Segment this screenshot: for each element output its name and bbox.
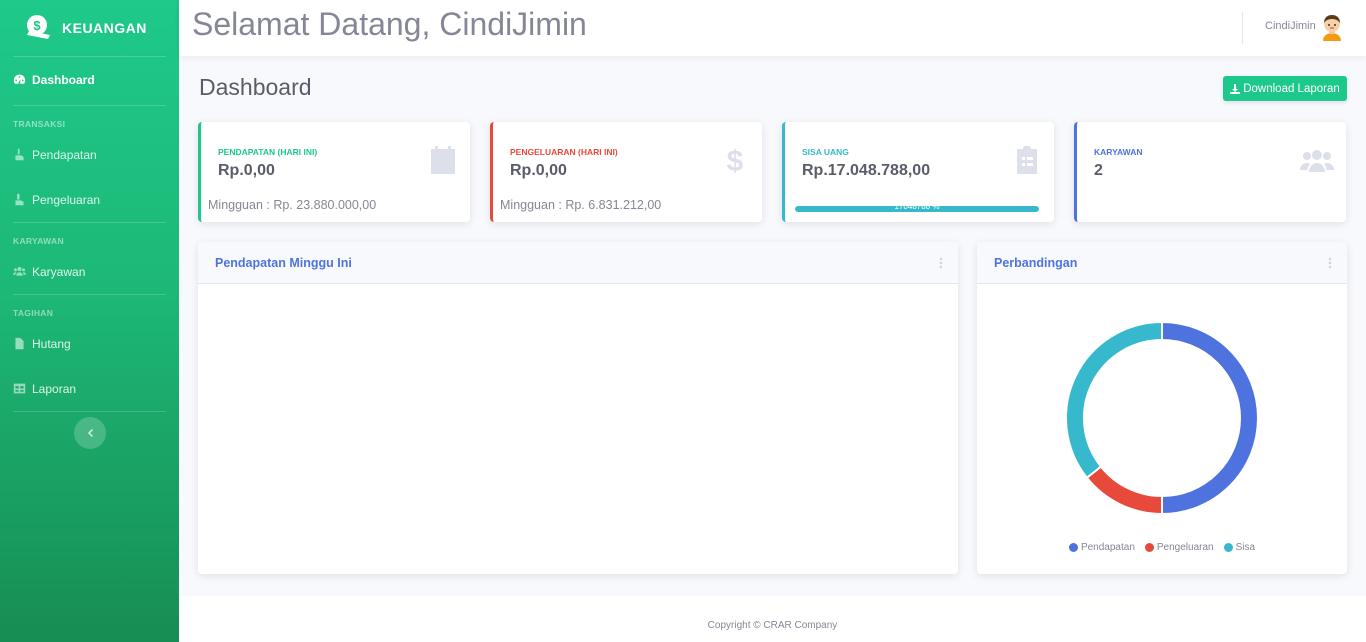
card-value: Rp.0,00 (510, 162, 567, 179)
sidebar-heading-tagihan: TAGIHAN (13, 308, 54, 318)
sidebar-item-laporan[interactable]: Laporan (0, 366, 179, 411)
card-value: Rp.0,00 (218, 162, 275, 179)
sidebar-item-karyawan[interactable]: Karyawan (0, 249, 179, 294)
more-vertical-icon[interactable] (1327, 255, 1333, 271)
sidebar-heading-karyawan: KARYAWAN (13, 236, 64, 246)
topbar-divider (1242, 12, 1243, 44)
sidebar-item-label: Pendapatan (32, 147, 97, 162)
avatar[interactable] (1320, 13, 1344, 41)
legend-item-pengeluaran[interactable]: Pengeluaran (1144, 542, 1214, 553)
topbar: Selamat Datang, CindiJimin CindiJimin (179, 0, 1366, 56)
card-pengeluaran: PENGELUARAN (HARI INI) Rp.0,00 Mingguan … (490, 122, 762, 222)
footer: Copyright © CRAR Company (179, 596, 1366, 642)
card-weekly: Mingguan : Rp. 23.880.000,00 (208, 198, 377, 212)
users-icon (1300, 146, 1334, 174)
table-icon (13, 383, 26, 394)
sidebar-item-pendapatan[interactable]: Pendapatan (0, 132, 179, 177)
sidebar: $ KEUANGAN Dashboard TRANSAKSI Pendapata… (0, 0, 179, 642)
hand-holding-icon (15, 148, 24, 161)
sidebar-heading-transaksi: TRANSAKSI (13, 119, 66, 129)
card-label: SISA UANG (802, 147, 849, 157)
legend-label: Pengeluaran (1156, 542, 1214, 553)
donut-chart (1065, 320, 1259, 516)
chevron-left-icon (88, 429, 93, 437)
clipboard-list-icon (1014, 145, 1040, 174)
donut-slice-sisa[interactable] (1065, 320, 1163, 480)
panel-header: Perbandingan (977, 242, 1347, 284)
sidebar-item-label: Karyawan (32, 264, 86, 279)
file-icon (15, 337, 24, 350)
chart-legend: Pendapatan Pengeluaran Sisa (977, 542, 1347, 553)
legend-color-dot (1223, 543, 1233, 552)
card-label: KARYAWAN (1094, 147, 1143, 157)
progress-text: 17048788 % (894, 202, 940, 211)
legend-label: Sisa (1235, 542, 1256, 553)
calendar-icon (430, 146, 456, 174)
users-icon (13, 267, 26, 276)
sidebar-item-label: Pengeluaran (32, 192, 101, 207)
hand-holding-usd-icon (15, 193, 24, 206)
sidebar-item-hutang[interactable]: Hutang (0, 321, 179, 366)
panel-title: Pendapatan Minggu Ini (215, 256, 352, 270)
tachometer-icon (13, 74, 26, 84)
more-vertical-icon[interactable] (938, 255, 944, 271)
legend-label: Pendapatan (1080, 542, 1135, 553)
download-report-button[interactable]: Download Laporan (1223, 76, 1347, 101)
footer-copyright: Copyright © CRAR Company (707, 620, 838, 631)
card-weekly: Mingguan : Rp. 6.831.212,00 (500, 198, 662, 212)
brand-name: KEUANGAN (62, 20, 147, 36)
dollar-icon: $ (722, 145, 748, 178)
welcome-heading: Selamat Datang, CindiJimin (192, 6, 587, 42)
weekly-income-panel: Pendapatan Minggu Ini (198, 242, 958, 574)
card-pendapatan: PENDAPATAN (HARI INI) Rp.0,00 Mingguan :… (198, 122, 470, 222)
card-label: PENDAPATAN (HARI INI) (218, 147, 318, 157)
sidebar-toggle-button[interactable] (74, 417, 106, 449)
sidebar-divider (13, 411, 166, 412)
donut-slice-pendapatan[interactable] (1161, 320, 1259, 516)
svg-text:$: $ (33, 18, 41, 33)
legend-item-sisa[interactable]: Sisa (1223, 542, 1256, 553)
sidebar-item-label: Dashboard (32, 72, 95, 87)
user-name[interactable]: CindiJimin (1265, 20, 1316, 32)
card-value: 2 (1094, 162, 1103, 179)
sidebar-item-dashboard[interactable]: Dashboard (0, 57, 179, 102)
card-label: PENGELUARAN (HARI INI) (510, 147, 618, 157)
card-sisa-uang: SISA UANG Rp.17.048.788,00 17048788 % (782, 122, 1054, 222)
download-label: Download Laporan (1243, 82, 1340, 95)
card-karyawan: KARYAWAN 2 (1074, 122, 1346, 222)
legend-item-pendapatan[interactable]: Pendapatan (1068, 542, 1135, 553)
comparison-panel: Perbandingan Pendapatan Pengeluaran Sisa (977, 242, 1347, 574)
legend-color-dot (1068, 543, 1078, 552)
brand[interactable]: $ KEUANGAN (0, 0, 179, 56)
sidebar-item-pengeluaran[interactable]: Pengeluaran (0, 177, 179, 222)
sidebar-item-label: Hutang (32, 336, 71, 351)
weekly-chart-area (198, 284, 958, 572)
page-title: Dashboard (199, 74, 312, 100)
download-icon (1230, 83, 1241, 94)
donut-slice-pengeluaran[interactable] (1085, 465, 1163, 516)
card-value: Rp.17.048.788,00 (802, 162, 931, 179)
money-logo-icon: $ (27, 15, 50, 39)
legend-color-dot (1144, 543, 1154, 552)
panel-title: Perbandingan (994, 256, 1078, 270)
panel-header: Pendapatan Minggu Ini (198, 242, 958, 284)
svg-text:$: $ (727, 146, 744, 174)
sidebar-item-label: Laporan (32, 381, 77, 396)
